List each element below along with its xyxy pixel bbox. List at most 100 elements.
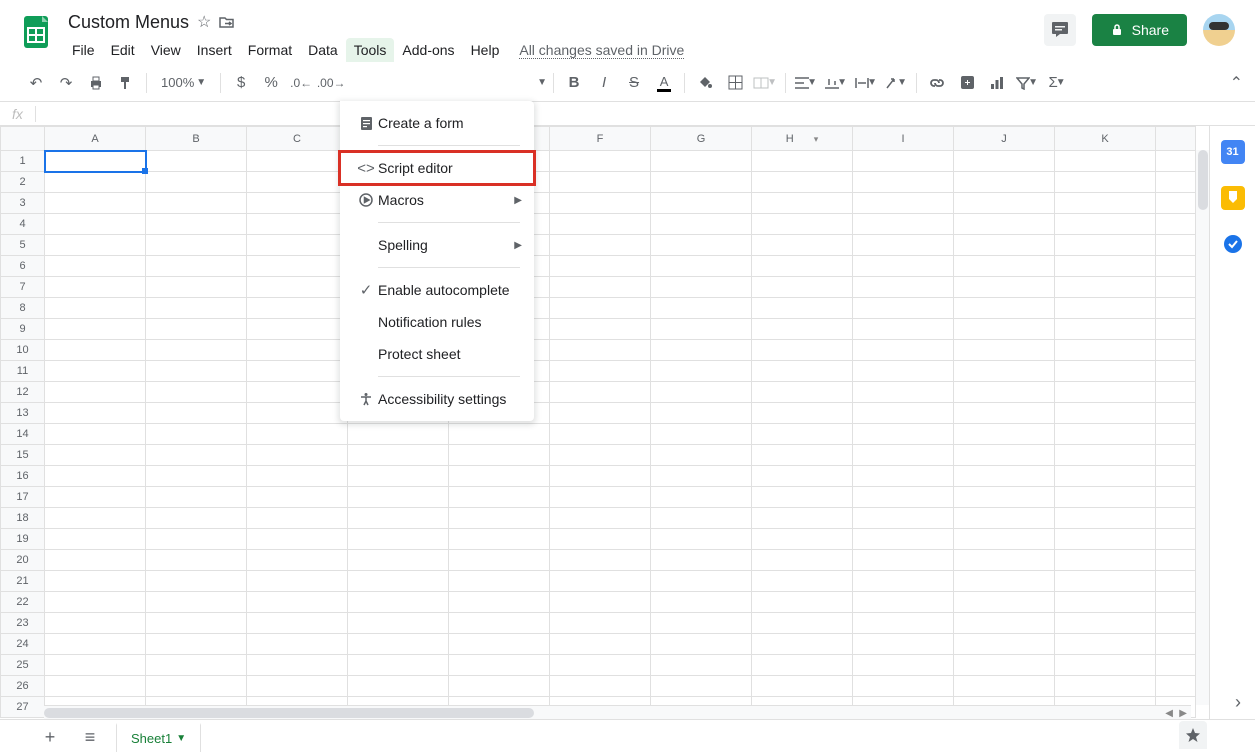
cell-G10[interactable] <box>651 340 752 361</box>
italic-button[interactable]: I <box>590 69 618 97</box>
print-button[interactable] <box>82 69 110 97</box>
cell-F9[interactable] <box>550 319 651 340</box>
cell-D18[interactable] <box>348 508 449 529</box>
cell-A1[interactable] <box>45 151 146 172</box>
cell-I13[interactable] <box>853 403 954 424</box>
cell-H20[interactable] <box>752 550 853 571</box>
cell-A26[interactable] <box>45 676 146 697</box>
h-align-button[interactable]: ▼ <box>792 69 820 97</box>
cell-I21[interactable] <box>853 571 954 592</box>
cell-I22[interactable] <box>853 592 954 613</box>
cell-K1[interactable] <box>1055 151 1156 172</box>
cell-F26[interactable] <box>550 676 651 697</box>
cell-G25[interactable] <box>651 655 752 676</box>
functions-button[interactable]: Σ▼ <box>1043 69 1071 97</box>
cell-K17[interactable] <box>1055 487 1156 508</box>
cell-E22[interactable] <box>449 592 550 613</box>
cell-A22[interactable] <box>45 592 146 613</box>
scroll-right-icon[interactable]: ▶ <box>1175 706 1191 719</box>
cell-H25[interactable] <box>752 655 853 676</box>
vertical-scrollbar[interactable] <box>1195 150 1209 705</box>
column-header-I[interactable]: I <box>853 127 954 151</box>
cell-A7[interactable] <box>45 277 146 298</box>
cell-H21[interactable] <box>752 571 853 592</box>
collapse-toolbar-icon[interactable]: ⌃ <box>1230 73 1243 93</box>
cell-A11[interactable] <box>45 361 146 382</box>
cell-A14[interactable] <box>45 424 146 445</box>
cell-C9[interactable] <box>247 319 348 340</box>
menu-enable-autocomplete[interactable]: ✓ Enable autocomplete <box>340 274 534 306</box>
cell-B20[interactable] <box>146 550 247 571</box>
cell-B15[interactable] <box>146 445 247 466</box>
percent-button[interactable]: % <box>257 69 285 97</box>
comments-button[interactable] <box>1044 14 1076 46</box>
row-header-20[interactable]: 20 <box>1 550 45 571</box>
cell-E21[interactable] <box>449 571 550 592</box>
column-header-H[interactable]: H▾ <box>752 127 853 151</box>
cell-J22[interactable] <box>954 592 1055 613</box>
menu-accessibility[interactable]: Accessibility settings <box>340 383 534 415</box>
cell-G3[interactable] <box>651 193 752 214</box>
cell-G20[interactable] <box>651 550 752 571</box>
cell-G24[interactable] <box>651 634 752 655</box>
cell-F7[interactable] <box>550 277 651 298</box>
cell-G13[interactable] <box>651 403 752 424</box>
cell-H19[interactable] <box>752 529 853 550</box>
cell-H6[interactable] <box>752 256 853 277</box>
row-header-7[interactable]: 7 <box>1 277 45 298</box>
cell-J25[interactable] <box>954 655 1055 676</box>
cell-F25[interactable] <box>550 655 651 676</box>
cell-B1[interactable] <box>146 151 247 172</box>
cell-B9[interactable] <box>146 319 247 340</box>
move-icon[interactable] <box>219 14 235 30</box>
cell-C2[interactable] <box>247 172 348 193</box>
row-header-27[interactable]: 27 <box>1 697 45 718</box>
cell-A21[interactable] <box>45 571 146 592</box>
increase-decimal-button[interactable]: .00→ <box>317 69 345 97</box>
cell-C20[interactable] <box>247 550 348 571</box>
side-tasks-icon[interactable] <box>1221 232 1245 256</box>
row-header-12[interactable]: 12 <box>1 382 45 403</box>
menu-spelling[interactable]: Spelling ▶ <box>340 229 534 261</box>
cell-A10[interactable] <box>45 340 146 361</box>
cell-J7[interactable] <box>954 277 1055 298</box>
undo-button[interactable]: ↶ <box>22 69 50 97</box>
cell-C4[interactable] <box>247 214 348 235</box>
select-all-corner[interactable] <box>1 127 45 151</box>
menu-insert[interactable]: Insert <box>189 38 240 62</box>
cell-K10[interactable] <box>1055 340 1156 361</box>
cell-D19[interactable] <box>348 529 449 550</box>
cell-H11[interactable] <box>752 361 853 382</box>
merge-button[interactable]: ▼ <box>751 69 779 97</box>
column-header-A[interactable]: A <box>45 127 146 151</box>
cell-C16[interactable] <box>247 466 348 487</box>
cell-C21[interactable] <box>247 571 348 592</box>
cell-K4[interactable] <box>1055 214 1156 235</box>
cell-A9[interactable] <box>45 319 146 340</box>
cell-K7[interactable] <box>1055 277 1156 298</box>
cell-F10[interactable] <box>550 340 651 361</box>
cell-B13[interactable] <box>146 403 247 424</box>
row-header-3[interactable]: 3 <box>1 193 45 214</box>
cell-F18[interactable] <box>550 508 651 529</box>
cell-H9[interactable] <box>752 319 853 340</box>
row-header-6[interactable]: 6 <box>1 256 45 277</box>
cell-G5[interactable] <box>651 235 752 256</box>
cell-F19[interactable] <box>550 529 651 550</box>
cell-F3[interactable] <box>550 193 651 214</box>
currency-button[interactable]: $ <box>227 69 255 97</box>
cell-J4[interactable] <box>954 214 1055 235</box>
cell-G12[interactable] <box>651 382 752 403</box>
cell-H1[interactable] <box>752 151 853 172</box>
comment-button[interactable] <box>953 69 981 97</box>
cell-F24[interactable] <box>550 634 651 655</box>
cell-H26[interactable] <box>752 676 853 697</box>
cell-C3[interactable] <box>247 193 348 214</box>
cell-B4[interactable] <box>146 214 247 235</box>
cell-G19[interactable] <box>651 529 752 550</box>
cell-B25[interactable] <box>146 655 247 676</box>
cell-J16[interactable] <box>954 466 1055 487</box>
column-header-B[interactable]: B <box>146 127 247 151</box>
cell-J1[interactable] <box>954 151 1055 172</box>
fill-color-button[interactable] <box>691 69 719 97</box>
